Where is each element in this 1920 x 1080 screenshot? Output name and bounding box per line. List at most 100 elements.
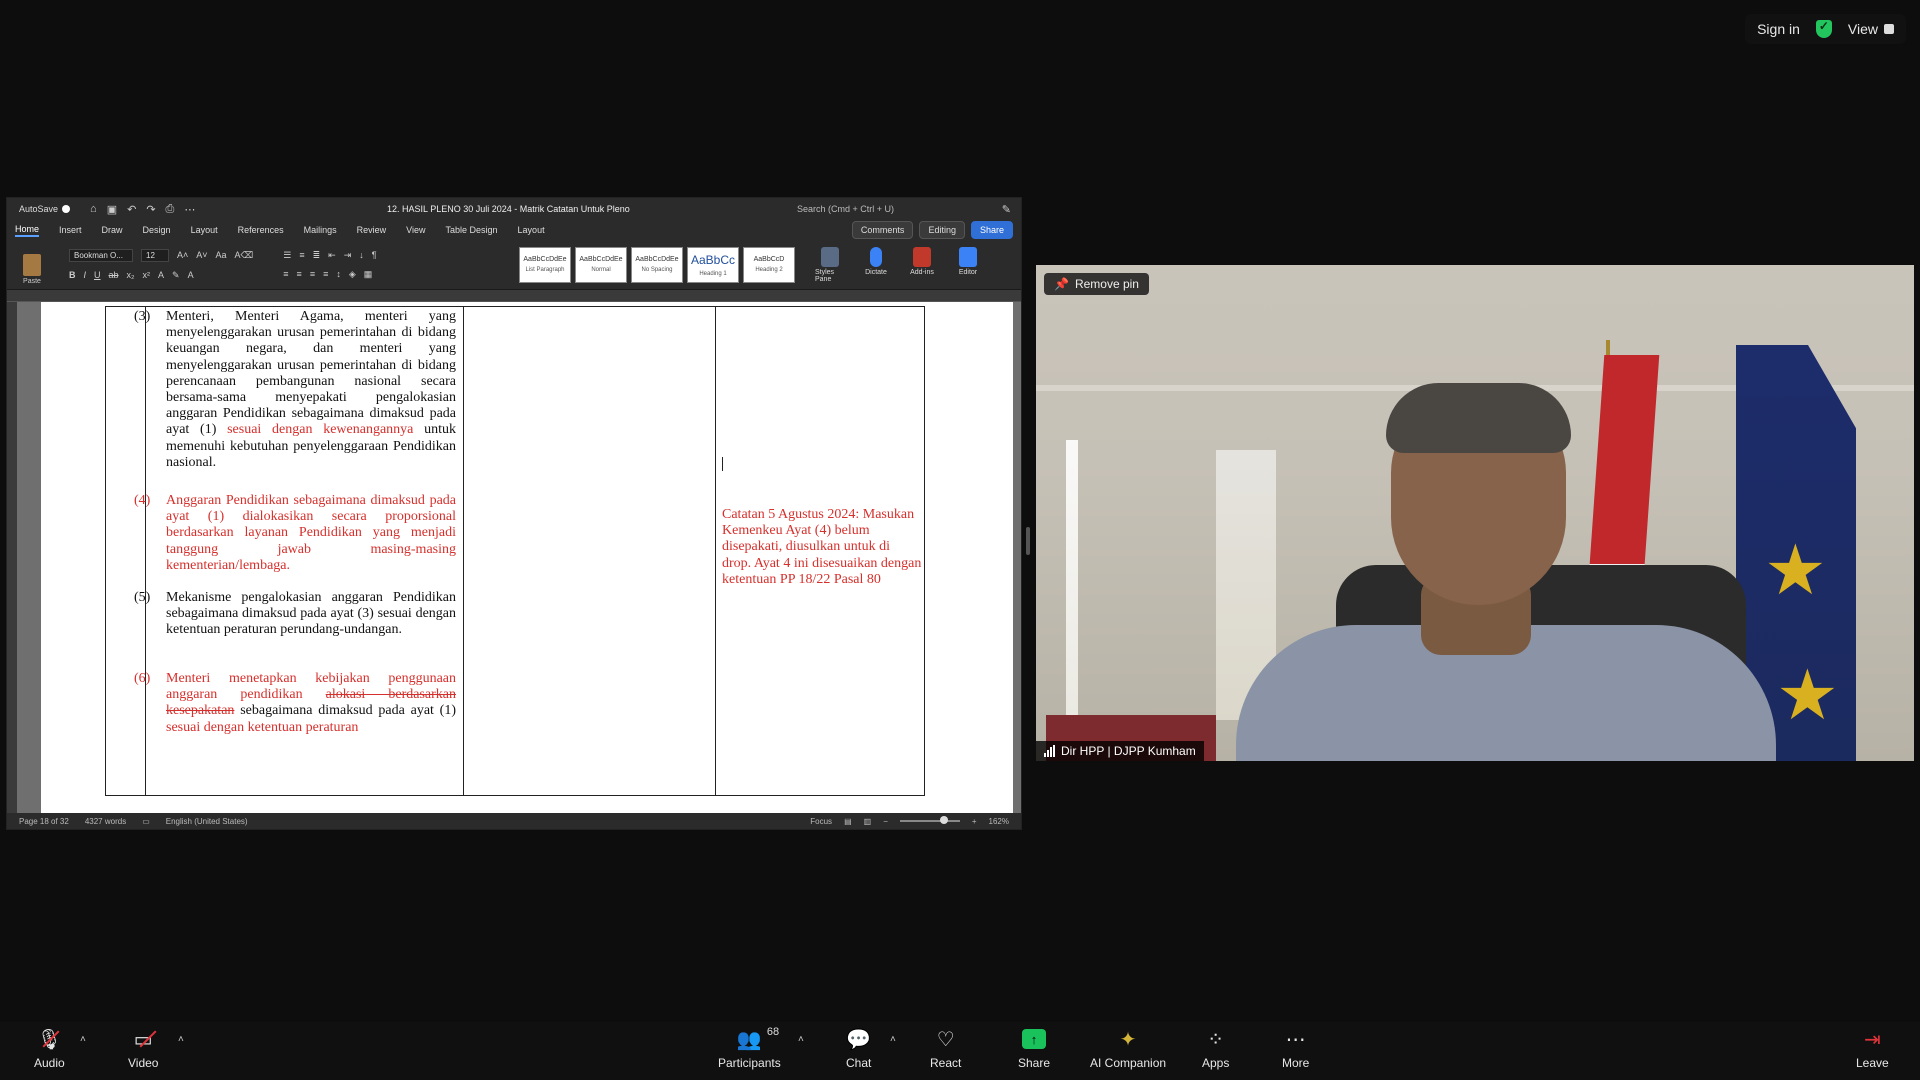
grow-font-icon[interactable]: A˄ [177, 250, 188, 260]
language[interactable]: English (United States) [166, 817, 248, 826]
font-color-icon[interactable]: A [188, 270, 194, 280]
dictate-button[interactable]: Dictate [861, 246, 891, 283]
show-marks-icon[interactable]: ¶ [372, 250, 377, 260]
audio-button[interactable]: 🎙 Audio [34, 1028, 65, 1071]
highlight-icon[interactable]: ✎ [172, 270, 180, 281]
redo-icon[interactable]: ↷ [146, 203, 155, 216]
style-heading-2[interactable]: AaBbCcD Heading 2 [743, 246, 795, 283]
proofing-icon[interactable]: ▭ [142, 817, 150, 826]
font-name-select[interactable]: Bookman O... [69, 248, 133, 262]
text-effects-icon[interactable]: A [158, 270, 164, 280]
tab-mailings[interactable]: Mailings [304, 225, 337, 235]
undo-icon[interactable]: ↶ [127, 203, 136, 216]
print-layout-icon[interactable]: ▤ [844, 817, 852, 826]
word-count[interactable]: 4327 words [85, 817, 126, 826]
tab-draw[interactable]: Draw [102, 225, 123, 235]
style-heading-1[interactable]: AaBbCc Heading 1 [687, 246, 739, 283]
superscript-icon[interactable]: x² [143, 270, 151, 280]
increase-indent-icon[interactable]: ⇥ [344, 250, 352, 261]
subscript-icon[interactable]: x₂ [127, 270, 135, 280]
autosave-toggle[interactable]: AutoSave [19, 204, 71, 214]
bullets-icon[interactable]: ☰ [283, 250, 291, 261]
security-shield-icon[interactable] [1815, 19, 1832, 38]
tab-layout[interactable]: Layout [191, 225, 218, 235]
document-page[interactable]: (3) Menteri, Menteri Agama, menteri yang… [41, 302, 1013, 814]
font-size-select[interactable]: 12 [141, 248, 169, 262]
tab-view[interactable]: View [406, 225, 425, 235]
borders-icon[interactable]: ▦ [364, 269, 373, 280]
zoom-in-icon[interactable]: + [972, 817, 977, 826]
chat-button[interactable]: 💬 Chat [846, 1028, 871, 1071]
view-button[interactable]: View [1848, 21, 1894, 37]
add-ins-button[interactable]: Add-ins [907, 246, 937, 283]
align-center-icon[interactable]: ≡ [297, 269, 302, 279]
paste-button[interactable]: Paste [15, 245, 49, 285]
style-no-spacing[interactable]: AaBbCcDdEe No Spacing [631, 246, 683, 283]
align-right-icon[interactable]: ≡ [310, 269, 315, 279]
participants-button[interactable]: 👥 68 Participants [718, 1026, 781, 1070]
react-button[interactable]: ♡ React [930, 1028, 961, 1071]
share-screen-button[interactable]: ↑ Share [1018, 1028, 1050, 1070]
focus-button[interactable]: Focus [810, 817, 832, 826]
tab-review[interactable]: Review [357, 225, 387, 235]
participants-options-chevron-icon[interactable]: ˄ [798, 1034, 804, 1045]
split-view-divider[interactable] [1026, 527, 1030, 555]
sign-in-button[interactable]: Sign in [1757, 21, 1800, 37]
editor-button[interactable]: Editor [953, 246, 983, 283]
editing-mode-button[interactable]: Editing [919, 221, 965, 239]
more-commands-icon[interactable]: ⋯ [184, 203, 195, 216]
shading-icon[interactable]: ◈ [349, 269, 356, 280]
more-button[interactable]: ⋯ More [1282, 1028, 1309, 1071]
tab-table-layout[interactable]: Layout [518, 225, 545, 235]
save-icon[interactable]: ▣ [107, 203, 117, 216]
style-list-paragraph[interactable]: AaBbCcDdEe List Paragraph [519, 246, 571, 283]
style-normal[interactable]: AaBbCcDdEe Normal [575, 246, 627, 283]
styles-pane-button[interactable]: Styles Pane [815, 246, 845, 283]
comments-button[interactable]: Comments [851, 221, 914, 239]
zoom-slider-thumb[interactable] [939, 816, 948, 824]
tool-label: Add-ins [910, 268, 934, 276]
justify-icon[interactable]: ≡ [323, 269, 328, 279]
video-button[interactable]: ▭ Video [128, 1028, 158, 1071]
apps-button[interactable]: ⁘ Apps [1202, 1028, 1229, 1071]
clear-formatting-icon[interactable]: A⌫ [235, 250, 254, 261]
change-case-icon[interactable]: Aa [216, 250, 227, 260]
shrink-font-icon[interactable]: A˅ [196, 250, 207, 260]
page-count[interactable]: Page 18 of 32 [19, 817, 69, 826]
zoom-level[interactable]: 162% [989, 817, 1009, 826]
zoom-slider[interactable] [899, 816, 960, 824]
italic-icon[interactable]: I [84, 270, 87, 280]
item-text-part: Menteri, Menteri Agama, menteri yang men… [166, 309, 456, 438]
print-icon[interactable]: ⎙ [166, 203, 175, 216]
ai-companion-button[interactable]: ✦ AI Companion [1090, 1028, 1166, 1071]
tab-references[interactable]: References [238, 225, 284, 235]
remove-pin-button[interactable]: 📌 Remove pin [1044, 273, 1149, 295]
tab-design[interactable]: Design [143, 225, 171, 235]
web-layout-icon[interactable]: ▥ [864, 817, 872, 826]
home-icon[interactable]: ⌂ [90, 203, 97, 216]
sort-icon[interactable]: ↓ [359, 250, 364, 260]
numbering-icon[interactable]: ≡ [299, 250, 304, 260]
video-options-chevron-icon[interactable]: ˄ [178, 1034, 184, 1045]
tab-home[interactable]: Home [15, 224, 40, 237]
feedback-pen-icon[interactable]: ✎ [1002, 203, 1011, 216]
tab-table-design[interactable]: Table Design [446, 225, 498, 235]
word-share-button[interactable]: Share [970, 221, 1013, 239]
line-spacing-icon[interactable]: ↕ [336, 269, 341, 279]
chat-options-chevron-icon[interactable]: ˄ [890, 1034, 896, 1045]
shared-screen-word-window[interactable]: AutoSave ⌂ ▣ ↶ ↷ ⎙ ⋯ 12. HASIL PLENO 30 … [6, 197, 1022, 830]
multilevel-list-icon[interactable]: ≣ [313, 250, 321, 261]
tab-insert[interactable]: Insert [59, 225, 82, 235]
bold-icon[interactable]: B [69, 270, 76, 280]
word-search-field[interactable]: Search (Cmd + Ctrl + U) [797, 204, 894, 214]
vertical-ruler[interactable] [7, 302, 17, 814]
zoom-out-icon[interactable]: − [883, 817, 888, 826]
participant-video-tile[interactable]: ★ ★ 📌 Remove pin Dir HPP | DJPP Kumham [1036, 265, 1914, 761]
horizontal-ruler[interactable] [7, 290, 1021, 302]
underline-icon[interactable]: U [94, 270, 101, 280]
strikethrough-icon[interactable]: ab [109, 270, 119, 280]
leave-button[interactable]: ⇥ Leave [1856, 1028, 1889, 1071]
audio-options-chevron-icon[interactable]: ˄ [80, 1034, 86, 1045]
decrease-indent-icon[interactable]: ⇤ [328, 250, 336, 261]
align-left-icon[interactable]: ≡ [283, 269, 288, 279]
